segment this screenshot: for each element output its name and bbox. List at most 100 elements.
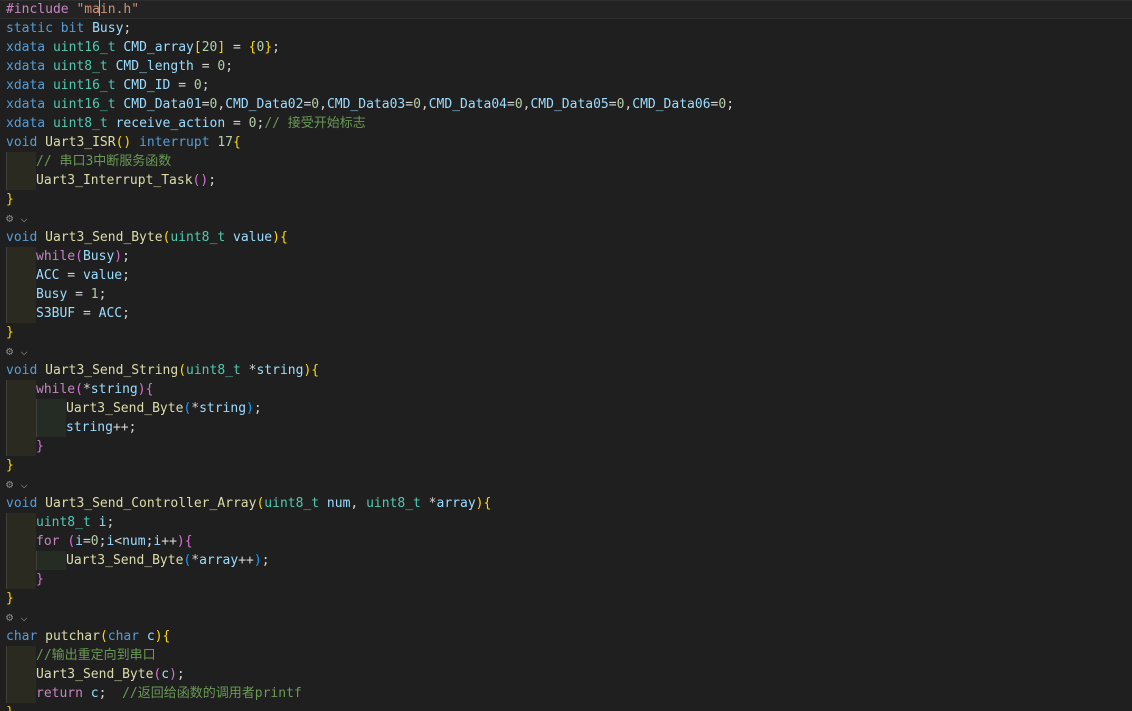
code-line[interactable]: void Uart3_Send_Byte(uint8_t value){ [0, 228, 1132, 247]
indent-guide [6, 665, 36, 684]
code-token: { [233, 135, 241, 150]
code-token: = [59, 268, 83, 283]
code-token: Busy [82, 249, 115, 264]
code-token: CMD_Data05 [530, 97, 609, 112]
code-token: } [264, 40, 273, 55]
code-token: = [82, 534, 91, 549]
code-line[interactable]: } [0, 323, 1132, 342]
code-token: CMD_Data02 [225, 97, 304, 112]
code-line[interactable]: xdata uint8_t CMD_length = 0; [0, 57, 1132, 76]
code-line[interactable]: xdata uint8_t receive_action = 0;// 接受开始… [0, 114, 1132, 133]
code-token: ){ [272, 230, 288, 245]
code-token: ( [67, 534, 76, 549]
code-token: ) [176, 534, 185, 549]
code-line[interactable]: string++; [0, 418, 1132, 437]
code-token: void [6, 363, 38, 378]
code-line[interactable]: for (i=0;i<num;i++){ [0, 532, 1132, 551]
codelens-hint[interactable]: ⚙ ⌵ [0, 209, 1132, 228]
code-token: ; [272, 40, 280, 55]
code-line[interactable]: Uart3_Interrupt_Task(); [0, 171, 1132, 190]
code-token: // 接受开始标志 [264, 116, 366, 131]
code-token: * [82, 382, 91, 397]
code-token: = [193, 59, 218, 74]
code-line[interactable]: // 串口3中断服务函数 [0, 152, 1132, 171]
indent-guide [6, 171, 36, 190]
code-token: 0 [217, 59, 226, 74]
code-token: uint8_t [36, 515, 91, 530]
code-token: xdata [6, 97, 46, 112]
code-token: c [146, 629, 155, 644]
code-token: uint8_t [52, 116, 108, 131]
code-line[interactable]: while(*string){ [0, 380, 1132, 399]
code-editor[interactable]: #include "main.h" static bit Busy; xdata u… [0, 0, 1132, 711]
code-line[interactable]: } [0, 437, 1132, 456]
code-line[interactable]: Uart3_Send_Byte(*array++); [0, 551, 1132, 570]
code-token: ACC [36, 268, 60, 283]
code-token: //输出重定向到串口 [36, 648, 156, 663]
code-line[interactable]: Busy = 1; [0, 285, 1132, 304]
indent-guide [6, 684, 36, 703]
indent-guide [6, 247, 36, 266]
code-token: 1 [90, 287, 99, 302]
code-token: 0 [311, 97, 320, 112]
code-token: ; [98, 686, 123, 701]
code-line[interactable]: xdata uint16_t CMD_Data01=0,CMD_Data02=0… [0, 95, 1132, 114]
code-token: ) [137, 382, 146, 397]
code-line[interactable]: S3BUF = ACC; [0, 304, 1132, 323]
code-token: Uart3_Send_Byte [45, 230, 163, 245]
code-line[interactable]: void Uart3_ISR() interrupt 17{ [0, 133, 1132, 152]
code-line[interactable]: void Uart3_Send_String(uint8_t *string){ [0, 361, 1132, 380]
code-line[interactable]: static bit Busy; [0, 19, 1132, 38]
code-token: CMD_ID [123, 78, 171, 93]
code-line[interactable]: Uart3_Send_Byte(*string); [0, 399, 1132, 418]
code-token: xdata [6, 116, 46, 131]
code-token: uint16_t [52, 97, 116, 112]
code-line[interactable]: void Uart3_Send_Controller_Array(uint8_t… [0, 494, 1132, 513]
code-line[interactable]: xdata uint16_t CMD_array[20] = {0}; [0, 38, 1132, 57]
code-line[interactable]: } [0, 589, 1132, 608]
code-line[interactable]: } [0, 570, 1132, 589]
code-token: ( [178, 363, 187, 378]
code-token: ){ [303, 363, 320, 378]
codelens-hint[interactable]: ⚙ ⌵ [0, 475, 1132, 494]
code-token: CMD_Data03 [326, 97, 406, 112]
code-line[interactable]: while(Busy); [0, 247, 1132, 266]
code-line[interactable]: } [0, 703, 1132, 711]
code-token: ; [98, 287, 107, 302]
code-token: [ [193, 40, 202, 55]
code-line[interactable]: ACC = value; [0, 266, 1132, 285]
codelens-hint[interactable]: ⚙ ⌵ [0, 342, 1132, 361]
code-line[interactable]: } [0, 456, 1132, 475]
code-line[interactable]: } [0, 190, 1132, 209]
code-line[interactable]: //输出重定向到串口 [0, 646, 1132, 665]
code-token: CMD_Data04 [428, 97, 507, 112]
code-token: ; [201, 78, 210, 93]
code-line[interactable]: #include "main.h" [0, 0, 1132, 19]
code-line[interactable]: Uart3_Send_Byte(c); [0, 665, 1132, 684]
code-token: "ma [76, 2, 100, 17]
code-line[interactable]: uint8_t i; [0, 513, 1132, 532]
code-token: ; [176, 667, 185, 682]
code-token: } [6, 705, 14, 711]
code-token: uint8_t [170, 230, 226, 245]
code-token: 0 [413, 97, 421, 112]
codelens-hint[interactable]: ⚙ ⌵ [0, 608, 1132, 627]
code-token: Uart3_Send_Controller_Array [45, 496, 257, 511]
code-token: void [6, 135, 38, 150]
code-line[interactable]: return c; //返回给函数的调用者printf [0, 684, 1132, 703]
code-token: CMD_Data06 [632, 97, 711, 112]
code-token: ( [99, 629, 108, 644]
code-line[interactable]: char putchar(char c){ [0, 627, 1132, 646]
code-line[interactable]: xdata uint16_t CMD_ID = 0; [0, 76, 1132, 95]
code-token: ; [253, 401, 262, 416]
code-token: * [191, 553, 200, 568]
code-token: in.h" [99, 2, 140, 17]
indent-guide [36, 551, 66, 570]
code-token: = [170, 78, 194, 93]
code-token: xdata [6, 59, 46, 74]
